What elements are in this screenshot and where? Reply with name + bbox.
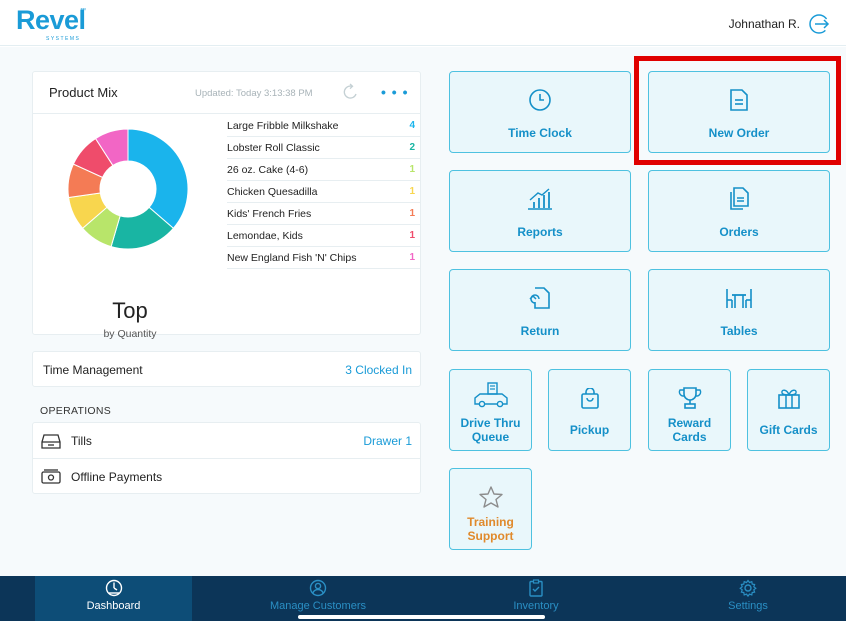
product-mix-list: Large Fribble Milkshake 4 Lobster Roll Cl… — [227, 115, 421, 269]
star-icon — [478, 486, 503, 508]
operations-card: Tills Drawer 1 Offline Payments — [32, 422, 421, 494]
return-icon — [529, 287, 550, 309]
reward-label-line2: Cards — [672, 430, 707, 444]
time-clock-label: Time Clock — [508, 126, 572, 140]
trophy-icon — [678, 387, 701, 409]
shopping-bag-icon — [580, 388, 599, 409]
product-mix-center-title: Top — [112, 298, 148, 323]
reward-cards-tile[interactable]: Reward Cards — [648, 369, 731, 451]
drive-thru-label-line2: Queue — [471, 430, 510, 444]
product-mix-center-subtitle: by Quantity — [103, 328, 157, 340]
product-mix-header: Product Mix Updated: Today 3:13:38 PM • … — [33, 72, 420, 114]
highlight-annotation — [634, 56, 841, 165]
gift-cards-label: Gift Cards — [759, 423, 818, 437]
nav-inventory-label: Inventory — [513, 600, 559, 612]
operations-heading: OPERATIONS — [40, 405, 112, 417]
orders-tile[interactable]: Orders — [648, 170, 830, 252]
logo-subtext: SYSTEMS — [46, 36, 81, 42]
nav-dashboard-label: Dashboard — [86, 600, 141, 612]
home-indicator — [298, 615, 545, 619]
orders-icon — [730, 187, 749, 210]
bar-chart-icon — [528, 188, 552, 210]
training-label-line2: Support — [467, 529, 514, 543]
drive-thru-queue-tile[interactable]: Drive Thru Queue — [449, 369, 532, 451]
list-item: Kids' French Fries 1 — [227, 203, 421, 225]
nav-settings[interactable]: Settings — [642, 576, 846, 621]
donut-slice — [127, 128, 189, 229]
gift-cards-tile[interactable]: Gift Cards — [747, 369, 830, 451]
reports-label: Reports — [517, 225, 563, 239]
dashboard-icon — [105, 579, 122, 597]
tills-label: Tills — [71, 434, 92, 448]
return-label: Return — [520, 324, 560, 338]
tables-tile[interactable]: Tables — [648, 269, 830, 351]
revel-logo: Revel SYSTEMS ™ — [16, 5, 86, 42]
nav-customers-label: Manage Customers — [270, 600, 366, 612]
training-label-line1: Training — [467, 515, 514, 529]
user-name: Johnathan R. — [728, 17, 800, 31]
nav-settings-label: Settings — [728, 600, 768, 612]
clipboard-icon — [529, 579, 543, 597]
offline-payments-row[interactable]: Offline Payments — [33, 459, 420, 495]
list-item: Large Fribble Milkshake 4 — [227, 115, 421, 137]
customer-icon — [309, 579, 327, 597]
product-mix-donut-chart — [67, 128, 189, 250]
logout-icon[interactable] — [808, 13, 830, 35]
more-options-icon[interactable]: • • • — [381, 84, 408, 100]
list-item: 26 oz. Cake (4-6) 1 — [227, 159, 421, 181]
orders-label: Orders — [719, 225, 759, 239]
car-icon — [473, 382, 508, 408]
time-management-label: Time Management — [43, 363, 143, 377]
refresh-icon[interactable] — [343, 83, 359, 101]
tills-row[interactable]: Tills Drawer 1 — [33, 423, 420, 459]
list-item: Chicken Quesadilla 1 — [227, 181, 421, 203]
product-mix-updated: Updated: Today 3:13:38 PM — [195, 88, 313, 99]
list-item: Lobster Roll Classic 2 — [227, 137, 421, 159]
clocked-in-count[interactable]: 3 Clocked In — [345, 363, 412, 377]
clock-icon — [529, 89, 551, 111]
product-mix-card: Product Mix Updated: Today 3:13:38 PM • … — [32, 71, 421, 340]
time-management-row[interactable]: Time Management 3 Clocked In — [32, 351, 421, 387]
reward-label-line1: Reward — [667, 416, 712, 430]
pickup-label: Pickup — [569, 423, 610, 437]
trademark-mark: ™ — [80, 8, 86, 14]
drive-thru-label-line1: Drive Thru — [460, 416, 521, 430]
table-icon — [726, 289, 752, 308]
nav-dashboard[interactable]: Dashboard — [35, 576, 192, 621]
app-header: Revel SYSTEMS ™ Johnathan R. — [0, 0, 846, 46]
logo-text: Revel — [16, 5, 86, 35]
drawer-icon — [41, 434, 61, 449]
reports-tile[interactable]: Reports — [449, 170, 631, 252]
tills-value[interactable]: Drawer 1 — [363, 434, 412, 448]
offline-payments-label: Offline Payments — [71, 470, 163, 484]
return-tile[interactable]: Return — [449, 269, 631, 351]
list-item: Lemondae, Kids 1 — [227, 225, 421, 247]
list-item: New England Fish 'N' Chips 1 — [227, 247, 421, 269]
product-mix-title: Product Mix — [49, 85, 118, 100]
user-menu[interactable]: Johnathan R. — [729, 13, 830, 35]
time-clock-tile[interactable]: Time Clock — [449, 71, 631, 153]
training-support-tile[interactable]: Training Support — [449, 468, 532, 550]
pickup-tile[interactable]: Pickup — [548, 369, 631, 451]
gear-icon — [739, 579, 757, 597]
cash-icon — [41, 469, 61, 484]
gift-icon — [777, 389, 800, 409]
tables-label: Tables — [720, 324, 758, 338]
